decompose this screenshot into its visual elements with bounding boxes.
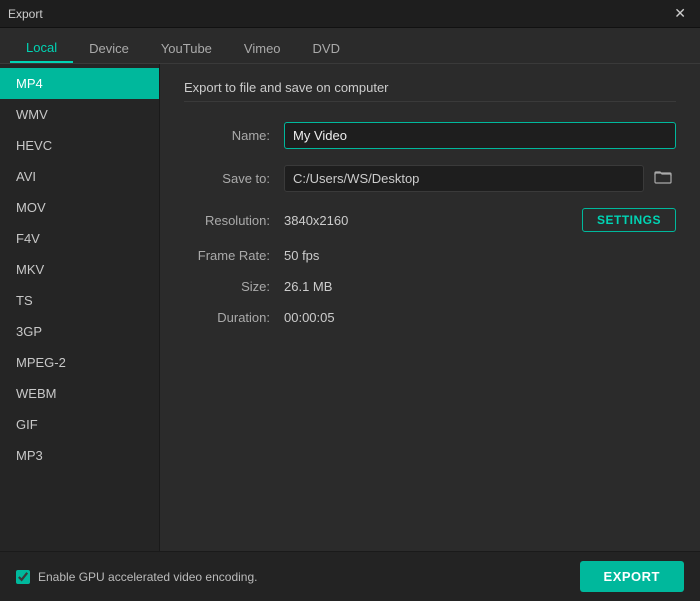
sidebar-item-gif[interactable]: GIF bbox=[0, 409, 159, 440]
size-field: 26.1 MB bbox=[284, 279, 676, 294]
sidebar-item-f4v[interactable]: F4V bbox=[0, 223, 159, 254]
duration-value: 00:00:05 bbox=[284, 310, 335, 325]
name-input[interactable] bbox=[284, 122, 676, 149]
sidebar-item-webm[interactable]: WEBM bbox=[0, 378, 159, 409]
format-sidebar: MP4 WMV HEVC AVI MOV F4V MKV TS 3GP MPEG… bbox=[0, 64, 160, 551]
sidebar-item-hevc[interactable]: HEVC bbox=[0, 130, 159, 161]
resolution-row-inner: 3840x2160 SETTINGS bbox=[284, 208, 676, 232]
name-field bbox=[284, 122, 676, 149]
resolution-value: 3840x2160 bbox=[284, 213, 582, 228]
name-label: Name: bbox=[184, 128, 284, 143]
gpu-encoding-checkbox[interactable] bbox=[16, 570, 30, 584]
sidebar-item-ts[interactable]: TS bbox=[0, 285, 159, 316]
save-to-row: Save to: C:/Users/WS/Desktop bbox=[184, 165, 676, 192]
tab-device[interactable]: Device bbox=[73, 35, 145, 62]
gpu-encoding-area: Enable GPU accelerated video encoding. bbox=[16, 570, 257, 584]
section-title: Export to file and save on computer bbox=[184, 80, 676, 102]
gpu-encoding-label[interactable]: Enable GPU accelerated video encoding. bbox=[38, 570, 257, 584]
browse-folder-button[interactable] bbox=[650, 166, 676, 191]
frame-rate-value: 50 fps bbox=[284, 248, 319, 263]
duration-field: 00:00:05 bbox=[284, 310, 676, 325]
sidebar-item-3gp[interactable]: 3GP bbox=[0, 316, 159, 347]
sidebar-item-mpeg2[interactable]: MPEG-2 bbox=[0, 347, 159, 378]
duration-label: Duration: bbox=[184, 310, 284, 325]
tab-vimeo[interactable]: Vimeo bbox=[228, 35, 297, 62]
sidebar-item-wmv[interactable]: WMV bbox=[0, 99, 159, 130]
tab-bar: Local Device YouTube Vimeo DVD bbox=[0, 28, 700, 64]
title-bar: Export ✕ bbox=[0, 0, 700, 28]
tab-dvd[interactable]: DVD bbox=[297, 35, 356, 62]
size-value: 26.1 MB bbox=[284, 279, 332, 294]
tab-local[interactable]: Local bbox=[10, 34, 73, 63]
duration-row: Duration: 00:00:05 bbox=[184, 310, 676, 325]
export-button[interactable]: EXPORT bbox=[580, 561, 684, 592]
save-to-label: Save to: bbox=[184, 171, 284, 186]
frame-rate-label: Frame Rate: bbox=[184, 248, 284, 263]
save-to-field: C:/Users/WS/Desktop bbox=[284, 165, 676, 192]
sidebar-item-avi[interactable]: AVI bbox=[0, 161, 159, 192]
frame-rate-row: Frame Rate: 50 fps bbox=[184, 248, 676, 263]
settings-button[interactable]: SETTINGS bbox=[582, 208, 676, 232]
window-title: Export bbox=[8, 7, 43, 21]
main-layout: MP4 WMV HEVC AVI MOV F4V MKV TS 3GP MPEG… bbox=[0, 64, 700, 551]
name-row: Name: bbox=[184, 122, 676, 149]
save-path: C:/Users/WS/Desktop bbox=[284, 165, 644, 192]
bottom-bar: Enable GPU accelerated video encoding. E… bbox=[0, 551, 700, 601]
resolution-row: Resolution: 3840x2160 SETTINGS bbox=[184, 208, 676, 232]
sidebar-item-mp4[interactable]: MP4 bbox=[0, 68, 159, 99]
export-content: Export to file and save on computer Name… bbox=[160, 64, 700, 551]
resolution-field: 3840x2160 SETTINGS bbox=[284, 208, 676, 232]
path-display: C:/Users/WS/Desktop bbox=[284, 165, 676, 192]
sidebar-item-mov[interactable]: MOV bbox=[0, 192, 159, 223]
sidebar-item-mkv[interactable]: MKV bbox=[0, 254, 159, 285]
size-row: Size: 26.1 MB bbox=[184, 279, 676, 294]
tab-youtube[interactable]: YouTube bbox=[145, 35, 228, 62]
sidebar-item-mp3[interactable]: MP3 bbox=[0, 440, 159, 471]
resolution-label: Resolution: bbox=[184, 213, 284, 228]
size-label: Size: bbox=[184, 279, 284, 294]
frame-rate-field: 50 fps bbox=[284, 248, 676, 263]
close-button[interactable]: ✕ bbox=[668, 3, 692, 24]
